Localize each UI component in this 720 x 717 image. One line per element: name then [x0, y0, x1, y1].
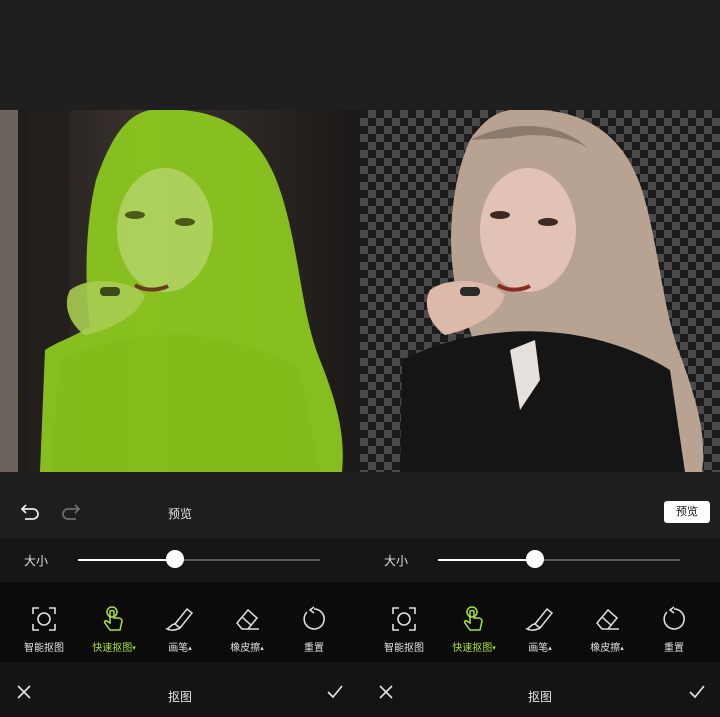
check-icon[interactable]	[321, 678, 349, 706]
size-slider-track[interactable]	[78, 550, 320, 568]
tool-label: 画笔▴	[528, 643, 552, 654]
bottom-bar: 抠图	[0, 662, 360, 717]
editor-pane-left: 预览 大小 智能抠图 快速抠图▾ 画笔▴ 橡皮擦▴ 重置 抠图	[0, 0, 360, 717]
size-slider-row: 大小	[0, 538, 360, 582]
cutout-photo	[400, 110, 704, 472]
quick-cutout-icon	[463, 606, 483, 631]
tool-eraser[interactable]: 橡皮擦▴	[575, 604, 639, 660]
tool-label: 重置	[304, 643, 324, 654]
size-label: 大小	[384, 554, 409, 568]
size-slider-fill	[78, 559, 175, 561]
size-label: 大小	[24, 554, 49, 568]
tool-label: 橡皮擦▴	[230, 643, 264, 654]
edit-bar: 预览	[0, 472, 360, 538]
size-slider-row: 大小	[360, 538, 720, 582]
tool-label: 橡皮擦▴	[590, 643, 624, 654]
photo-canvas[interactable]	[360, 110, 720, 472]
top-bar	[360, 0, 720, 110]
tool-reset[interactable]: 重置	[642, 604, 706, 660]
reset-icon	[663, 606, 685, 630]
quick-cutout-icon	[103, 606, 123, 631]
tool-eraser[interactable]: 橡皮擦▴	[215, 604, 279, 660]
tool-smart-cutout[interactable]: 智能抠图	[12, 604, 76, 660]
check-icon[interactable]	[683, 678, 711, 706]
eraser-icon	[236, 608, 259, 630]
eraser-icon	[596, 608, 619, 630]
size-slider-track[interactable]	[438, 550, 680, 568]
tool-brush[interactable]: 画笔▴	[148, 604, 212, 660]
person-photo	[0, 110, 343, 472]
bottom-title: 抠图	[167, 690, 192, 704]
size-slider-fill	[438, 559, 535, 561]
editor-pane-right: 预览 大小 智能抠图 快速抠图▾ 画笔▴ 橡皮擦▴ 重置 抠图	[360, 0, 720, 717]
size-slider-thumb[interactable]	[165, 550, 184, 568]
tool-label: 智能抠图	[24, 643, 64, 654]
brush-icon	[525, 607, 554, 631]
tool-bar: 智能抠图 快速抠图▾ 画笔▴ 橡皮擦▴ 重置	[360, 582, 720, 662]
tool-quick-cutout[interactable]: 快速抠图▾	[442, 604, 506, 660]
tool-label: 快速抠图▾	[452, 643, 496, 654]
tool-label: 快速抠图▾	[92, 643, 136, 654]
tool-label: 重置	[664, 643, 684, 654]
tool-label: 智能抠图	[384, 643, 424, 654]
smart-cutout-icon	[32, 607, 56, 631]
tool-quick-cutout[interactable]: 快速抠图▾	[82, 604, 146, 660]
edit-bar: 预览	[360, 472, 720, 538]
tool-label: 画笔▴	[168, 643, 192, 654]
tool-brush[interactable]: 画笔▴	[508, 604, 572, 660]
preview-button[interactable]: 预览	[664, 501, 710, 523]
bottom-bar: 抠图	[360, 662, 720, 717]
photo-canvas[interactable]	[0, 110, 360, 472]
reset-icon	[303, 606, 325, 630]
brush-icon	[165, 607, 194, 631]
tool-bar: 智能抠图 快速抠图▾ 画笔▴ 橡皮擦▴ 重置	[0, 582, 360, 662]
tool-smart-cutout[interactable]: 智能抠图	[372, 604, 436, 660]
tool-reset[interactable]: 重置	[282, 604, 346, 660]
size-slider-thumb[interactable]	[525, 550, 544, 568]
bottom-title: 抠图	[527, 690, 552, 704]
top-bar	[0, 0, 360, 110]
preview-title: 预览	[167, 507, 192, 521]
smart-cutout-icon	[392, 607, 416, 631]
